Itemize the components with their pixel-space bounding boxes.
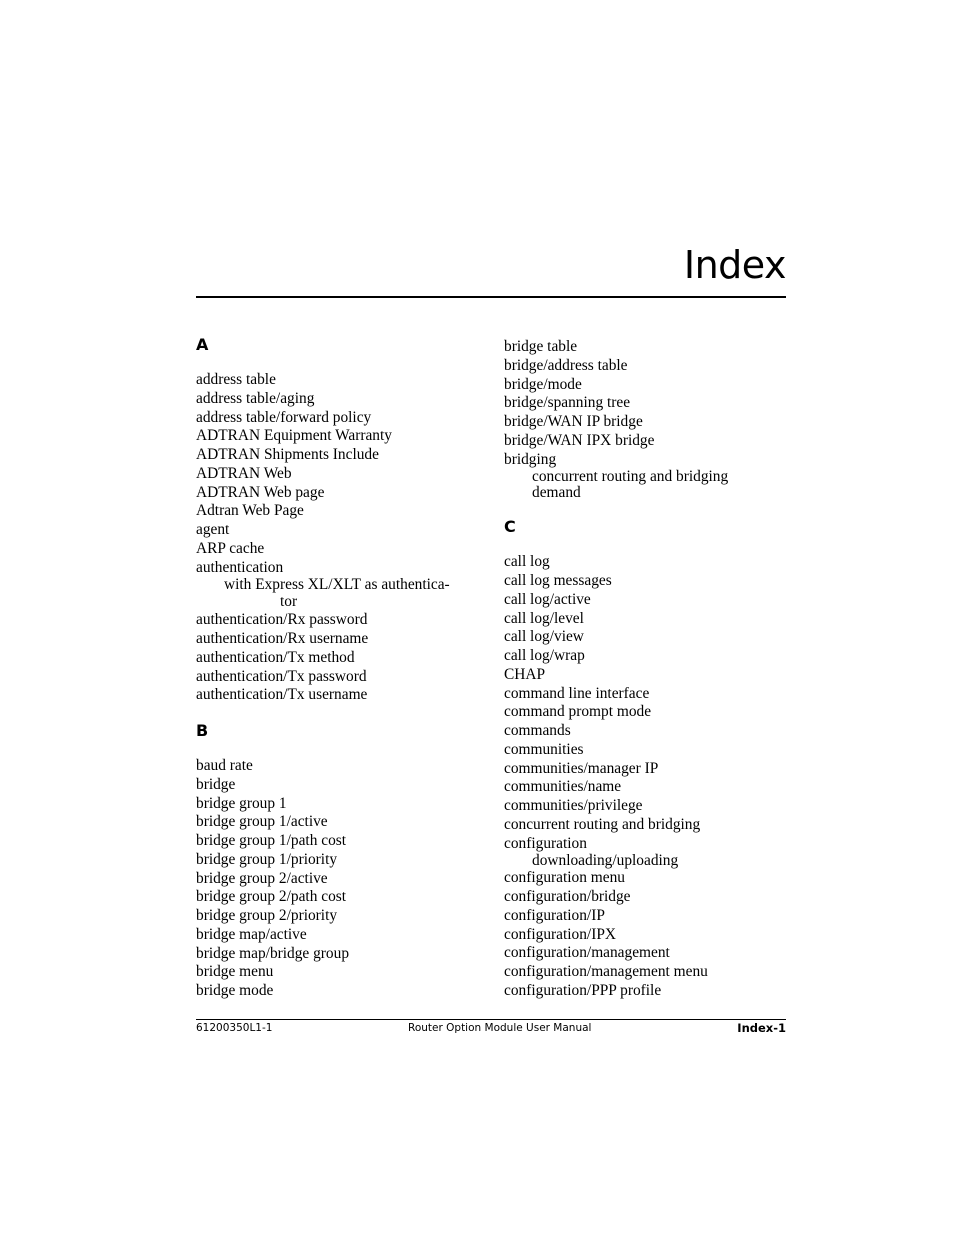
index-entry: authentication/Tx password xyxy=(196,667,367,685)
index-subentry: with Express XL/XLT as authentica- xyxy=(224,576,450,594)
index-entry: bridge map/active xyxy=(196,925,307,943)
index-entry: bridge map/bridge group xyxy=(196,944,350,962)
index-entry: configuration/PPP profile xyxy=(504,981,662,999)
index-entry: bridge group 1 xyxy=(196,794,287,812)
index-entry: bridge/address table xyxy=(504,356,628,374)
index-subentry-continuation: tor xyxy=(280,593,298,611)
index-entry: call log messages xyxy=(504,572,612,589)
index-entry: address table/aging xyxy=(196,389,315,407)
section-letter: A xyxy=(196,335,209,354)
index-column-left: Aaddress table address table/aging address… xyxy=(196,335,496,1017)
index-entry: bridge group 2/active xyxy=(196,869,328,887)
index-subentry: demand xyxy=(532,484,581,502)
index-entry: authentication/Tx username xyxy=(196,686,368,704)
index-entry: configuration/bridge xyxy=(504,888,631,905)
footer-manual-title: Router Option Module User Manual xyxy=(408,1022,592,1034)
index-section: bridge table bridge/address table bridge/m… xyxy=(504,338,804,501)
index-entry: agent xyxy=(196,521,230,538)
index-entry: command prompt mode xyxy=(504,703,652,721)
index-entry: configuration/management xyxy=(504,944,670,962)
index-entry: call log/active xyxy=(504,590,591,608)
index-entry: bridge group 2/path cost xyxy=(196,888,347,906)
index-entry: configuration xyxy=(504,834,587,852)
footer-rule xyxy=(196,1019,786,1020)
index-entry: call log/level xyxy=(504,609,584,627)
page-title: Index xyxy=(683,243,787,287)
index-entry: concurrent routing and bridging xyxy=(504,815,701,833)
index-entry: bridge xyxy=(196,775,236,793)
index-section: Ccall log call log messages call log/activ… xyxy=(504,517,804,1000)
index-entry: CHAP xyxy=(504,665,546,683)
index-entry: call log/wrap xyxy=(504,647,585,664)
index-entry: ADTRAN Shipments Include xyxy=(196,446,379,463)
index-entry: ADTRAN Web page xyxy=(196,483,325,501)
index-entry: bridge/WAN IP bridge xyxy=(504,413,643,430)
index-entry: ADTRAN Web xyxy=(196,464,292,482)
index-entry: bridge table xyxy=(504,338,578,355)
index-entry: authentication/Rx username xyxy=(196,630,369,647)
index-entry: configuration/management menu xyxy=(504,963,708,980)
section-letter: C xyxy=(504,517,516,537)
index-entry: authentication/Tx method xyxy=(196,648,355,666)
index-entry: ADTRAN Equipment Warranty xyxy=(196,427,392,445)
section-letter: B xyxy=(196,721,209,740)
index-entry: configuration menu xyxy=(504,869,625,887)
index-entry: bridging xyxy=(504,450,557,468)
title-rule xyxy=(196,296,786,298)
index-column-right: bridge table bridge/address table bridge/m… xyxy=(504,338,804,1017)
index-subentry: downloading/uploading xyxy=(532,852,679,870)
index-entry: authentication/Rx password xyxy=(196,611,368,629)
index-entry: communities/privilege xyxy=(504,797,643,814)
index-entry: bridge group 1/path cost xyxy=(196,832,347,849)
index-entry: configuration/IPX xyxy=(504,925,616,943)
index-subentry: concurrent routing and bridging xyxy=(532,468,729,486)
index-entry: call log xyxy=(504,553,550,571)
index-entry: ARP cache xyxy=(196,539,265,557)
index-entry: communities/name xyxy=(504,778,622,796)
index-entry: authentication xyxy=(196,558,284,576)
index-entry: communities/manager IP xyxy=(504,759,659,777)
index-entry: command line interface xyxy=(504,684,650,702)
footer-page-label: Index-1 xyxy=(737,1021,786,1035)
index-entry: baud rate xyxy=(196,757,253,774)
index-entry: bridge group 1/active xyxy=(196,813,328,831)
index-section: Aaddress table address table/aging address… xyxy=(196,335,496,705)
index-entry: bridge mode xyxy=(196,982,274,999)
index-entry: bridge group 1/priority xyxy=(196,850,338,868)
index-entry: bridge/mode xyxy=(504,375,582,393)
index-entry: bridge/WAN IPX bridge xyxy=(504,431,655,449)
index-section: Bbaud rate bridge bridge group 1 bridge gro… xyxy=(196,721,496,1001)
index-entry: bridge group 2/priority xyxy=(196,907,338,924)
index-entry: bridge/spanning tree xyxy=(504,394,631,412)
index-entry: commands xyxy=(504,722,571,739)
index-entry: bridge menu xyxy=(196,963,274,981)
index-entry: communities xyxy=(504,740,584,758)
index-entry: configuration/IP xyxy=(504,906,605,924)
index-entry: address table xyxy=(196,371,276,388)
footer-doc-number: 61200350L1-1 xyxy=(196,1022,273,1034)
index-entry: call log/view xyxy=(504,628,584,646)
index-entry: address table/forward policy xyxy=(196,408,372,426)
index-entry: Adtran Web Page xyxy=(196,502,304,520)
